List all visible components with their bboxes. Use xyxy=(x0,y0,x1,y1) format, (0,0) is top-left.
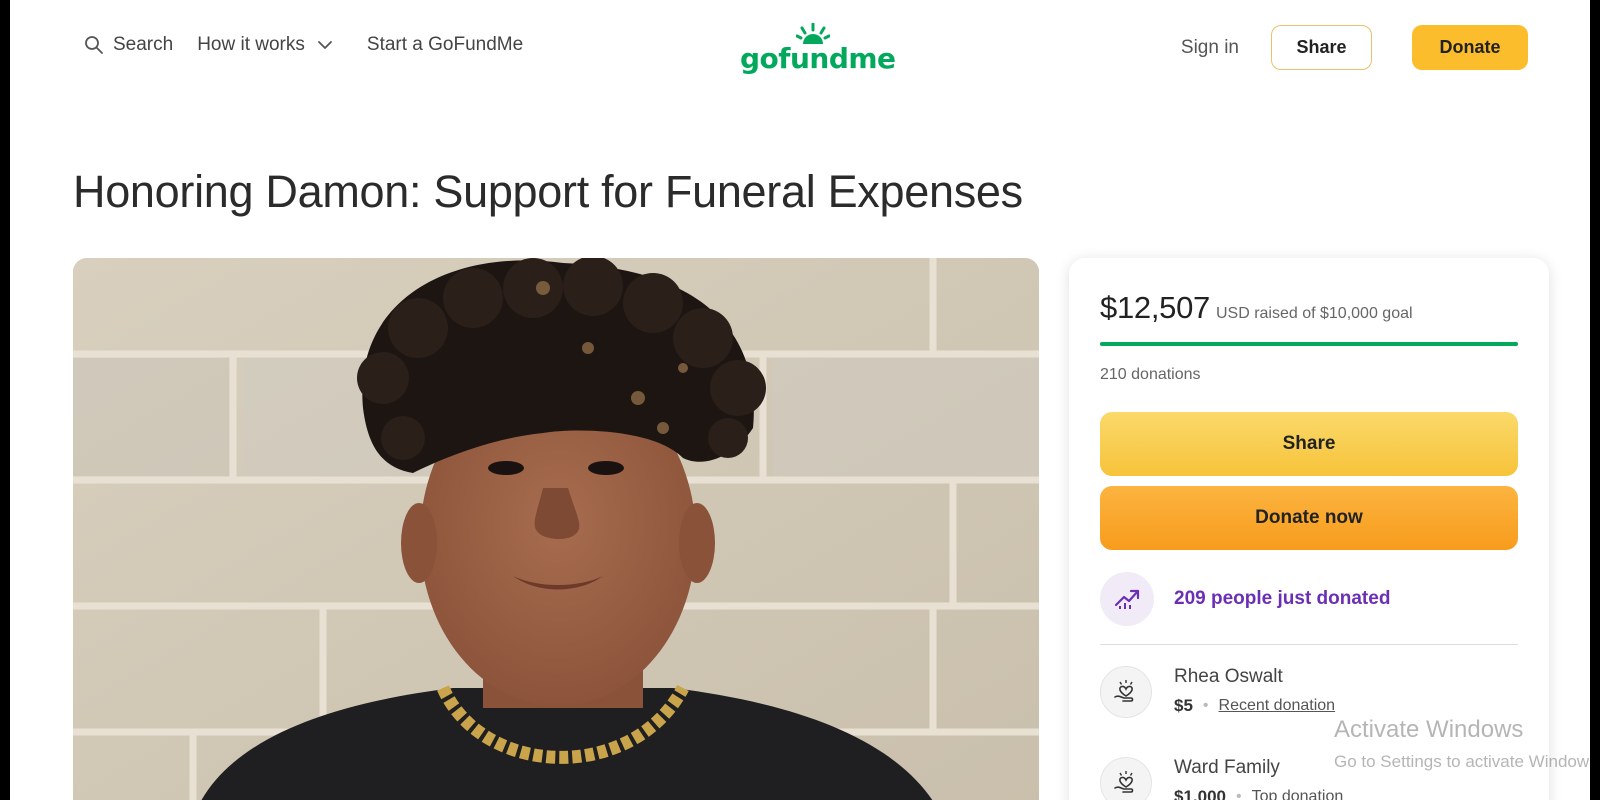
donate-now-button[interactable]: Donate now xyxy=(1100,486,1518,550)
share-button[interactable]: Share xyxy=(1100,412,1518,476)
donor-name: Rhea Oswalt xyxy=(1174,666,1283,687)
donor-amount: $1,000 xyxy=(1174,787,1226,800)
header-donate-button[interactable]: Donate xyxy=(1412,25,1528,70)
donor-meta: $1,000 • Top donation xyxy=(1174,787,1343,800)
how-it-works-label: How it works xyxy=(197,34,305,55)
donor-item: Ward Family $1,000 • Top donation xyxy=(1100,757,1343,800)
donor-name: Ward Family xyxy=(1174,757,1280,778)
progress-bar-fill xyxy=(1100,342,1518,346)
page: Search How it works Start a GoFundMe gof… xyxy=(10,0,1590,800)
search-link[interactable]: Search xyxy=(84,34,173,56)
progress-bar xyxy=(1100,342,1518,346)
donor-tag-link[interactable]: Top donation xyxy=(1252,788,1344,800)
search-label: Search xyxy=(113,34,174,55)
donor-amount: $5 xyxy=(1174,696,1193,715)
donor-meta: $5 • Recent donation xyxy=(1174,696,1335,716)
donor-info: Rhea Oswalt $5 • Recent donation xyxy=(1174,666,1335,718)
logo-text: gofundme xyxy=(740,42,896,75)
watermark-title: Activate Windows xyxy=(1334,716,1524,743)
gofundme-logo[interactable]: gofundme xyxy=(740,20,896,76)
heart-hand-icon xyxy=(1100,666,1152,718)
separator-dot: • xyxy=(1236,788,1242,800)
campaign-title: Honoring Damon: Support for Funeral Expe… xyxy=(73,166,1023,217)
divider xyxy=(1100,644,1518,645)
campaign-hero-image[interactable] xyxy=(73,258,1039,800)
heart-hand-icon xyxy=(1100,757,1152,800)
separator-dot: • xyxy=(1202,697,1209,714)
donor-item: Rhea Oswalt $5 • Recent donation xyxy=(1100,666,1335,718)
donor-info: Ward Family $1,000 • Top donation xyxy=(1174,757,1343,800)
raised-amount: $12,507 xyxy=(1100,290,1210,325)
header-share-button[interactable]: Share xyxy=(1271,25,1372,70)
activate-windows-watermark: Activate Windows Go to Settings to activ… xyxy=(1334,716,1590,772)
site-header: Search How it works Start a GoFundMe gof… xyxy=(10,0,1590,100)
search-icon xyxy=(85,36,103,54)
start-gofundme-label: Start a GoFundMe xyxy=(366,34,524,55)
start-gofundme-link[interactable]: Start a GoFundMe xyxy=(367,34,523,56)
chevron-down-icon xyxy=(317,41,332,49)
trend-text: 209 people just donated xyxy=(1174,588,1391,609)
how-it-works-menu[interactable]: How it works xyxy=(197,34,333,56)
raised-summary: $12,507 USD raised of $10,000 goal xyxy=(1100,290,1413,326)
donor-tag-link[interactable]: Recent donation xyxy=(1219,697,1336,715)
raised-goal-text: USD raised of $10,000 goal xyxy=(1215,305,1413,322)
hero-photo xyxy=(73,258,1039,800)
nav-left: Search How it works Start a GoFundMe xyxy=(84,34,523,56)
watermark-subtitle: Go to Settings to activate Windows. xyxy=(1334,752,1590,771)
donation-trend: 209 people just donated xyxy=(1100,572,1390,626)
trending-up-icon xyxy=(1100,572,1154,626)
donation-count: 210 donations xyxy=(1100,366,1201,383)
nav-right: Sign in Share Donate xyxy=(1181,25,1528,70)
sign-in-link[interactable]: Sign in xyxy=(1181,37,1239,59)
